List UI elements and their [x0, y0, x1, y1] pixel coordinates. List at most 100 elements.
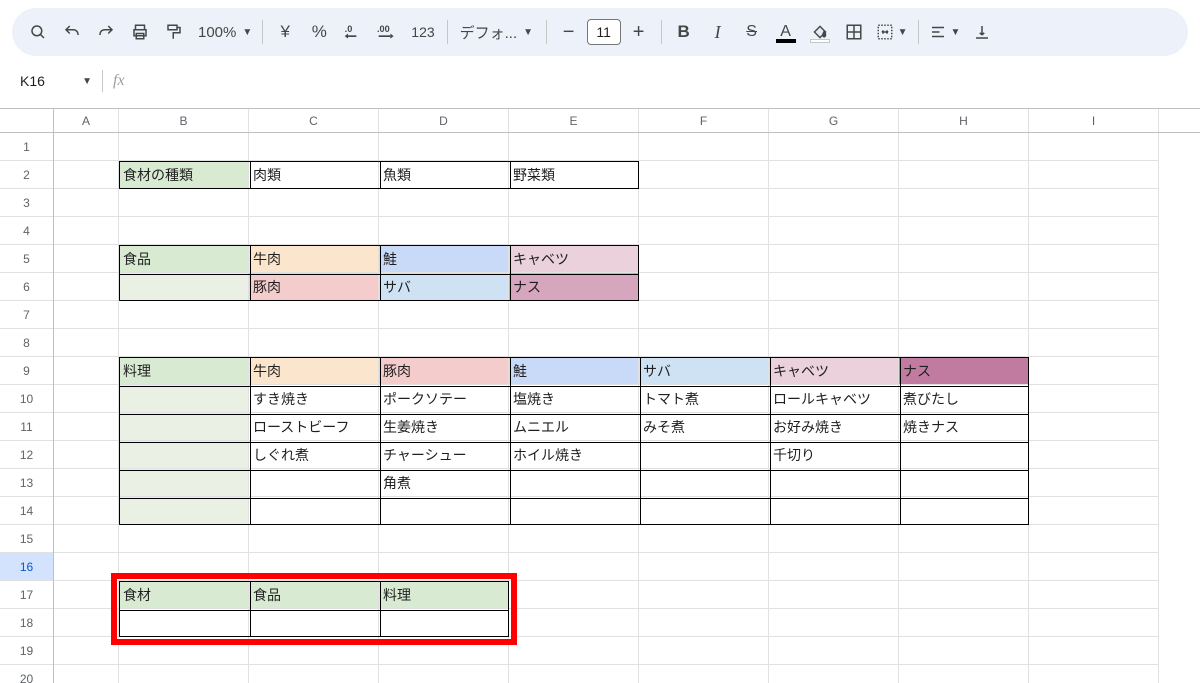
cell[interactable]	[769, 637, 899, 665]
cell[interactable]	[899, 245, 1029, 273]
font-family-dropdown[interactable]: デフォ... ▼	[454, 16, 540, 48]
cell[interactable]	[379, 301, 509, 329]
row-header[interactable]: 16	[0, 553, 53, 581]
cell[interactable]	[769, 609, 899, 637]
column-header[interactable]: C	[249, 109, 379, 132]
cell[interactable]	[249, 469, 379, 497]
vertical-align-button[interactable]	[966, 16, 998, 48]
cell[interactable]	[54, 441, 119, 469]
cell[interactable]	[54, 553, 119, 581]
cell[interactable]	[119, 217, 249, 245]
cell[interactable]	[379, 133, 509, 161]
cell[interactable]	[119, 301, 249, 329]
cell[interactable]: 料理	[119, 357, 249, 385]
cell[interactable]	[639, 609, 769, 637]
strikethrough-button[interactable]: S	[736, 16, 768, 48]
cell[interactable]	[379, 553, 509, 581]
row-header[interactable]: 18	[0, 609, 53, 637]
cell[interactable]	[509, 189, 639, 217]
percent-format-button[interactable]: %	[303, 16, 335, 48]
cell[interactable]	[769, 217, 899, 245]
cell[interactable]	[899, 581, 1029, 609]
horizontal-align-button[interactable]: ▼	[925, 16, 965, 48]
cell[interactable]	[249, 497, 379, 525]
cell[interactable]	[379, 609, 509, 637]
column-header[interactable]: A	[54, 109, 119, 132]
column-header[interactable]: D	[379, 109, 509, 132]
cell[interactable]	[119, 329, 249, 357]
cell[interactable]	[1029, 665, 1159, 683]
cell[interactable]	[509, 133, 639, 161]
row-header[interactable]: 10	[0, 385, 53, 413]
cell[interactable]	[249, 609, 379, 637]
cell[interactable]	[54, 161, 119, 189]
cell[interactable]	[509, 497, 639, 525]
print-icon[interactable]	[124, 16, 156, 48]
cell[interactable]	[119, 441, 249, 469]
cell[interactable]	[1029, 161, 1159, 189]
cell[interactable]: ロールキャベツ	[769, 385, 899, 413]
cell[interactable]	[119, 553, 249, 581]
cell[interactable]: 千切り	[769, 441, 899, 469]
cell[interactable]	[899, 301, 1029, 329]
cell[interactable]	[119, 665, 249, 683]
cell[interactable]	[1029, 273, 1159, 301]
cell[interactable]	[54, 665, 119, 683]
cell[interactable]	[769, 273, 899, 301]
cell[interactable]	[899, 553, 1029, 581]
cell[interactable]	[769, 189, 899, 217]
cell[interactable]	[899, 329, 1029, 357]
cell[interactable]	[509, 469, 639, 497]
cell-area[interactable]: 食材の種類肉類魚類野菜類食品牛肉鮭キャベツ豚肉サバナス料理牛肉豚肉鮭サバキャベツ…	[54, 133, 1200, 683]
cell[interactable]	[899, 217, 1029, 245]
cell[interactable]	[1029, 637, 1159, 665]
cell[interactable]: 豚肉	[379, 357, 509, 385]
cell[interactable]	[54, 245, 119, 273]
cell[interactable]	[509, 301, 639, 329]
cell[interactable]	[899, 637, 1029, 665]
row-header[interactable]: 9	[0, 357, 53, 385]
cell[interactable]	[639, 273, 769, 301]
formula-input[interactable]	[133, 68, 1188, 94]
cell[interactable]: チャーシュー	[379, 441, 509, 469]
cell[interactable]	[509, 217, 639, 245]
cell[interactable]	[54, 217, 119, 245]
name-box[interactable]: K16 ▼	[12, 68, 98, 94]
cell[interactable]	[54, 133, 119, 161]
cell[interactable]	[119, 525, 249, 553]
cell[interactable]	[249, 553, 379, 581]
cell[interactable]: 牛肉	[249, 245, 379, 273]
column-header[interactable]: E	[509, 109, 639, 132]
cell[interactable]	[54, 609, 119, 637]
cell[interactable]: キャベツ	[769, 357, 899, 385]
cell[interactable]	[899, 525, 1029, 553]
cell[interactable]	[379, 189, 509, 217]
cell[interactable]	[769, 665, 899, 683]
cell[interactable]	[639, 329, 769, 357]
cell[interactable]: すき焼き	[249, 385, 379, 413]
cell[interactable]: しぐれ煮	[249, 441, 379, 469]
cell[interactable]	[54, 273, 119, 301]
cell[interactable]: 鮭	[379, 245, 509, 273]
cell[interactable]	[639, 665, 769, 683]
cell[interactable]	[899, 497, 1029, 525]
row-header[interactable]: 17	[0, 581, 53, 609]
cell[interactable]	[769, 497, 899, 525]
cell[interactable]: 牛肉	[249, 357, 379, 385]
cell[interactable]	[1029, 609, 1159, 637]
cell[interactable]	[249, 217, 379, 245]
cell[interactable]	[639, 133, 769, 161]
cell[interactable]	[1029, 133, 1159, 161]
cell[interactable]: 食品	[249, 581, 379, 609]
cell[interactable]	[1029, 413, 1159, 441]
decrease-font-size-button[interactable]: −	[553, 16, 585, 48]
italic-button[interactable]: I	[702, 16, 734, 48]
cell[interactable]	[509, 329, 639, 357]
cell[interactable]	[119, 385, 249, 413]
row-header[interactable]: 15	[0, 525, 53, 553]
column-header[interactable]: G	[769, 109, 899, 132]
zoom-dropdown[interactable]: 100% ▼	[192, 16, 256, 48]
cell[interactable]	[54, 581, 119, 609]
increase-font-size-button[interactable]: +	[623, 16, 655, 48]
number-format-button[interactable]: 123	[405, 16, 440, 48]
